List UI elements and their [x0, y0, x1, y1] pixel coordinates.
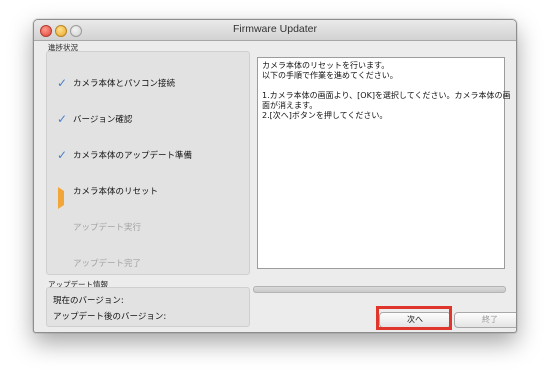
step-label: カメラ本体のリセット — [73, 187, 159, 197]
step-update-complete: アップデート完了 — [47, 254, 247, 274]
progress-bar — [253, 286, 506, 293]
step-version-check: ✓ バージョン確認 — [47, 110, 247, 130]
step-label: カメラ本体とパソコン接続 — [73, 79, 176, 89]
step-label: アップデート実行 — [73, 223, 142, 233]
step-connect: ✓ カメラ本体とパソコン接続 — [47, 74, 247, 94]
after-version-label: アップデート後のバージョン: — [53, 312, 167, 322]
step-label: カメラ本体のアップデート準備 — [73, 151, 193, 161]
message-line: 2.[次へ]ボタンを押してください。 — [262, 111, 388, 120]
steps-panel: ✓ カメラ本体とパソコン接続 ✓ バージョン確認 ✓ カメラ本体のアップデート準… — [46, 51, 250, 275]
step-label: アップデート完了 — [73, 259, 142, 269]
firmware-updater-window: Firmware Updater 進捗状況 ✓ カメラ本体とパソコン接続 ✓ バ… — [33, 19, 517, 333]
instructions-text-area[interactable]: カメラ本体のリセットを行います。 以下の手順で作業を進めてください。 1.カメラ… — [257, 57, 510, 269]
current-version-label: 現在のバージョン: — [53, 296, 124, 306]
step-update-prep: ✓ カメラ本体のアップデート準備 — [47, 146, 247, 166]
step-run-update: アップデート実行 — [47, 218, 247, 238]
next-button-highlight — [376, 306, 452, 330]
checkmark-icon: ✓ — [56, 112, 68, 126]
step-camera-reset: カメラ本体のリセット — [47, 182, 247, 209]
checkmark-icon: ✓ — [56, 148, 68, 162]
message-line: 以下の手順で作業を進めてください。 — [262, 71, 398, 80]
update-info-panel: 現在のバージョン: アップデート後のバージョン: — [46, 287, 250, 327]
window-title: Firmware Updater — [232, 23, 318, 35]
title-bar[interactable]: Firmware Updater — [34, 20, 516, 41]
checkmark-icon: ✓ — [56, 76, 68, 90]
exit-button[interactable]: 終了 — [454, 312, 516, 328]
step-label: バージョン確認 — [73, 115, 133, 125]
